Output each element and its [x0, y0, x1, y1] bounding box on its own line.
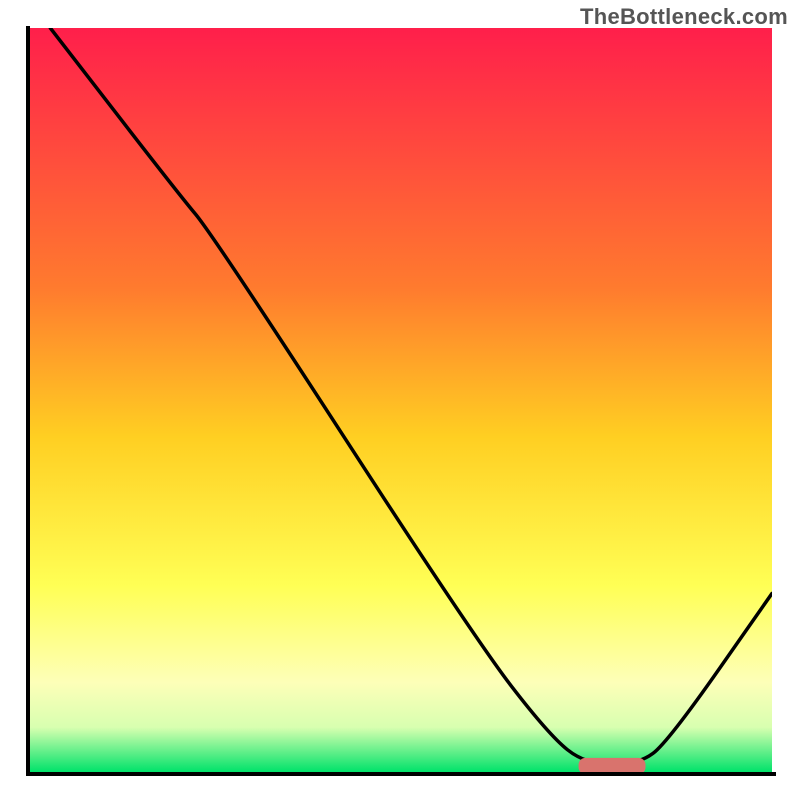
plot-svg [28, 28, 772, 772]
watermark-text: TheBottleneck.com [580, 4, 788, 30]
plot-area [28, 28, 772, 772]
x-axis [26, 772, 776, 776]
y-axis [26, 26, 30, 776]
gradient-fill [28, 28, 772, 772]
trough-marker [579, 758, 646, 772]
chart-container: TheBottleneck.com [0, 0, 800, 800]
